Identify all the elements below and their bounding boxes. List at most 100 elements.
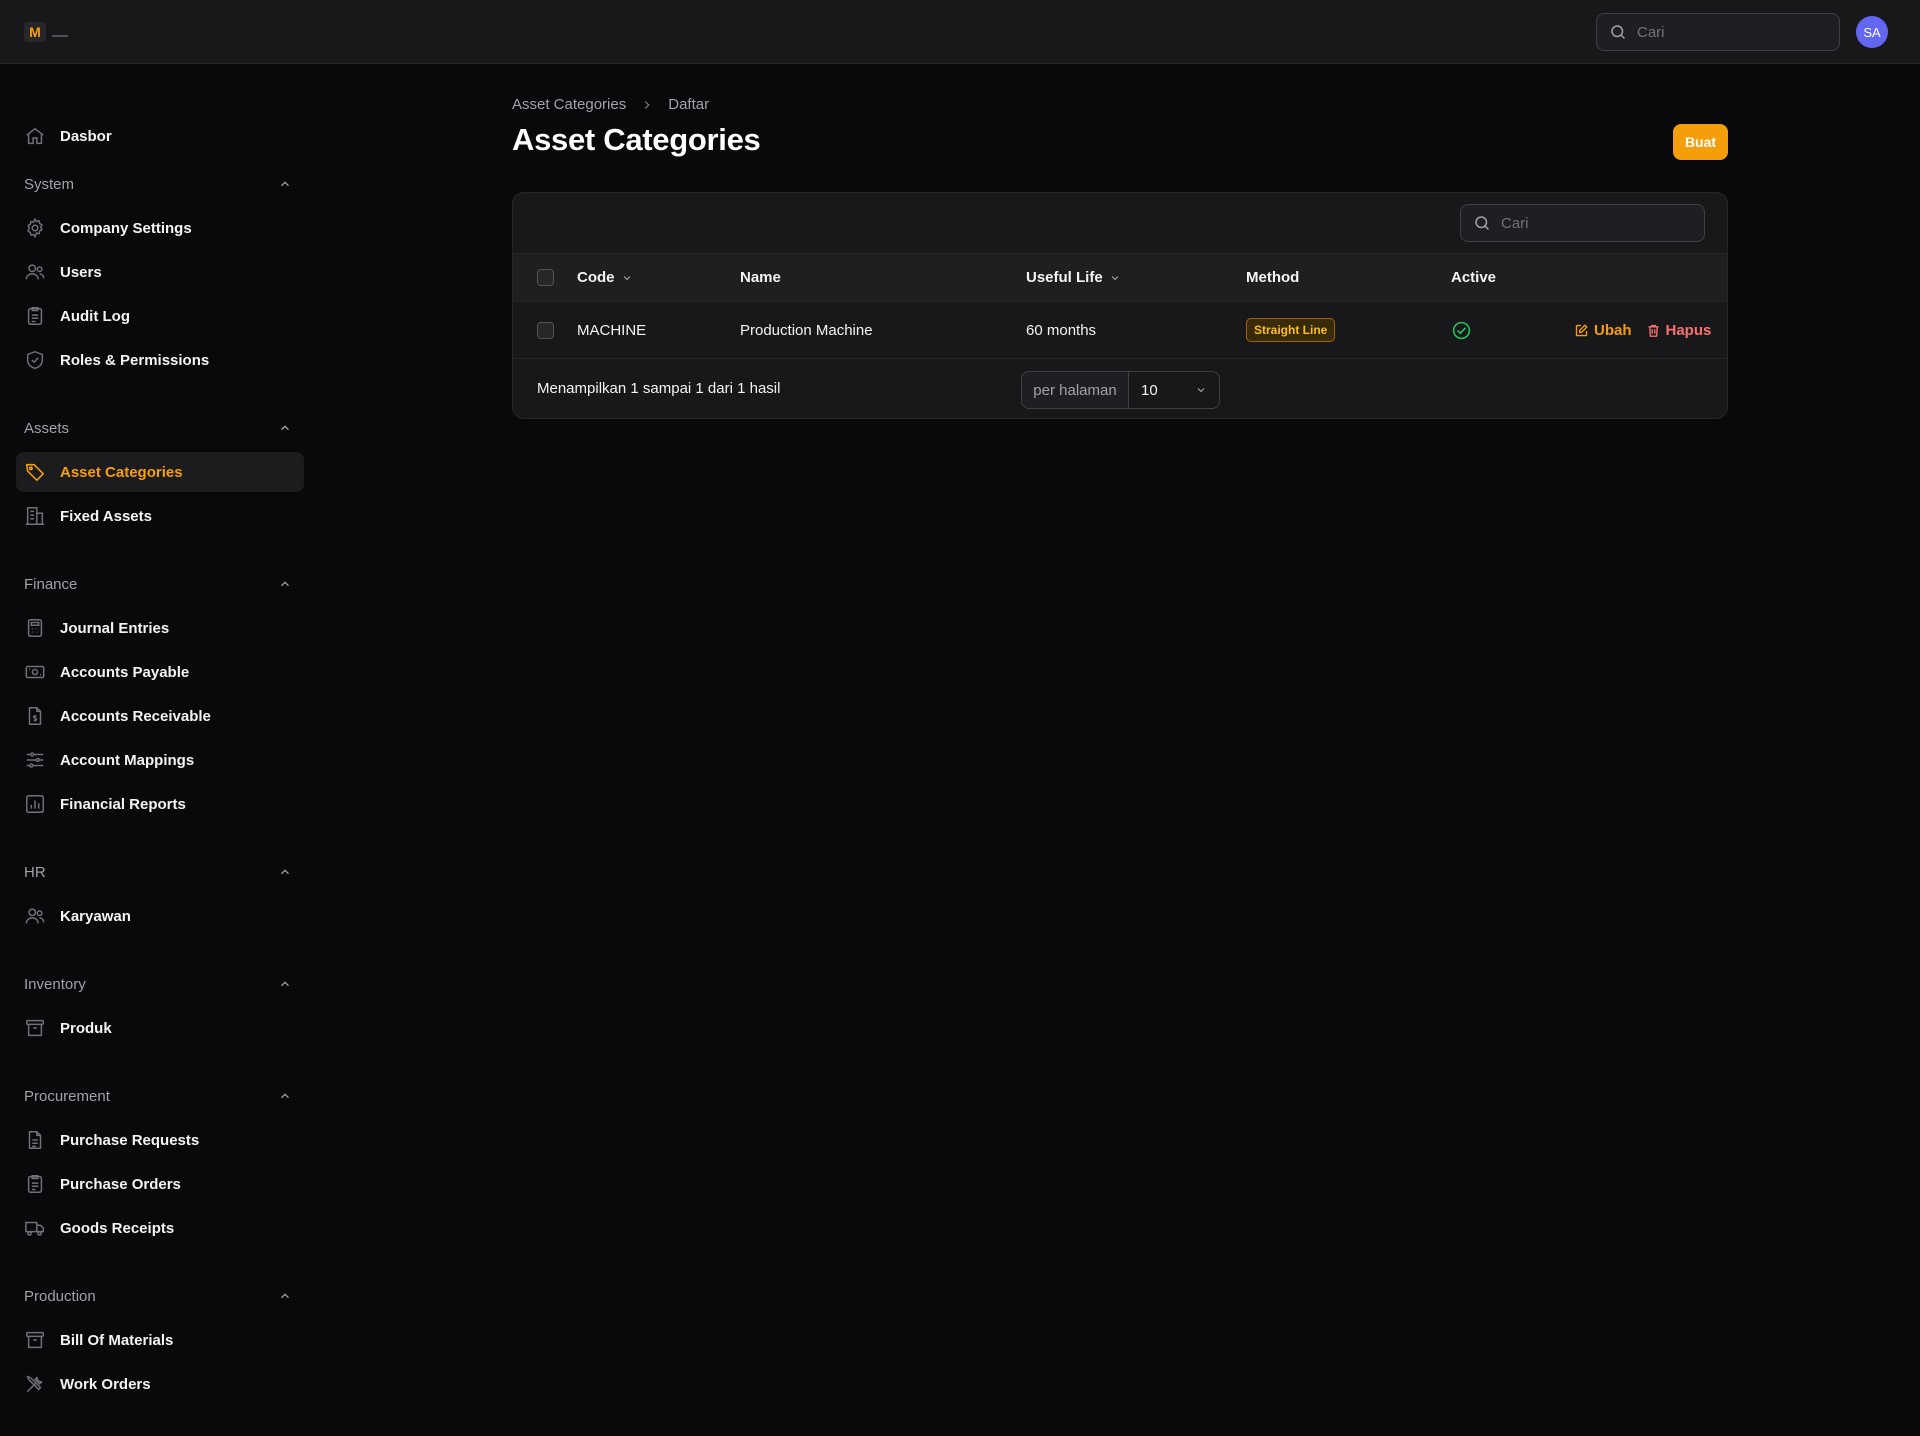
cell-name: Production Machine (740, 321, 873, 339)
sidebar-item-account-mappings[interactable]: Account Mappings (16, 740, 304, 780)
sidebar-item-work-orders[interactable]: Work Orders (16, 1364, 304, 1404)
sidebar-item-label: Users (60, 263, 102, 281)
sidebar-group-finance[interactable]: Finance (24, 572, 292, 596)
check-circle-icon (1451, 320, 1472, 341)
cell-method: Straight Line (1246, 302, 1336, 358)
sidebar-item-label: Karyawan (60, 907, 131, 925)
sidebar-group-hr[interactable]: HR (24, 860, 292, 884)
sidebar-item-goods-receipts[interactable]: Goods Receipts (16, 1208, 304, 1248)
table-search[interactable] (1460, 204, 1705, 242)
sidebar-item-purchase-orders[interactable]: Purchase Orders (16, 1164, 304, 1204)
sidebar-item-label: Account Mappings (60, 751, 195, 769)
page-title: Asset Categories (512, 122, 761, 157)
logo-wordmark (52, 35, 68, 37)
document-dollar-icon (24, 705, 46, 727)
sidebar-group-production[interactable]: Production (24, 1284, 292, 1308)
row-checkbox[interactable] (537, 321, 554, 339)
chevron-up-icon (278, 1089, 292, 1103)
sidebar-item-label: Produk (60, 1019, 112, 1037)
sidebar: Dasbor System Company Settings Users Aud… (0, 64, 320, 1436)
column-label: Useful Life (1026, 269, 1103, 286)
column-label: Name (740, 269, 781, 286)
home-icon (24, 125, 46, 147)
cell-useful-life: 60 months (1026, 321, 1097, 339)
method-badge: Straight Line (1246, 318, 1336, 342)
building-icon (24, 505, 46, 527)
row-checkbox-cell (537, 302, 554, 358)
sidebar-item-fixed-assets[interactable]: Fixed Assets (16, 496, 304, 536)
document-text-icon (24, 1129, 46, 1151)
per-page-select[interactable]: 10 (1129, 372, 1219, 408)
sidebar-group-procurement[interactable]: Procurement (24, 1084, 292, 1108)
shield-check-icon (24, 349, 46, 371)
archive-box-icon (24, 1017, 46, 1039)
group-label: Assets (24, 419, 70, 437)
column-header-useful-life[interactable]: Useful Life (1026, 254, 1121, 301)
sidebar-item-accounts-payable[interactable]: Accounts Payable (16, 652, 304, 692)
select-all-checkbox[interactable] (537, 269, 554, 286)
sidebar-item-label: Dasbor (60, 127, 112, 145)
sidebar-item-roles-permissions[interactable]: Roles & Permissions (16, 340, 304, 380)
tag-icon (24, 461, 46, 483)
sidebar-item-label: Company Settings (60, 219, 192, 237)
per-page-label: per halaman (1022, 372, 1129, 408)
logo-mark: M (24, 22, 46, 42)
sidebar-item-company-settings[interactable]: Company Settings (16, 208, 304, 248)
sidebar-item-accounts-receivable[interactable]: Accounts Receivable (16, 696, 304, 736)
chevron-up-icon (278, 977, 292, 991)
table-search-input[interactable] (1501, 214, 1691, 232)
table-card: Code Name Useful Life Method Active MACH… (512, 192, 1728, 419)
sidebar-item-label: Goods Receipts (60, 1219, 175, 1237)
chevron-down-icon (1195, 384, 1207, 396)
edit-button[interactable]: Ubah (1574, 322, 1632, 339)
global-search[interactable] (1596, 13, 1840, 51)
sidebar-item-purchase-requests[interactable]: Purchase Requests (16, 1120, 304, 1160)
group-label: Finance (24, 575, 78, 593)
group-label: Inventory (24, 975, 86, 993)
sidebar-item-bill-of-materials[interactable]: Bill Of Materials (16, 1320, 304, 1360)
group-label: Procurement (24, 1087, 110, 1105)
sidebar-item-label: Accounts Payable (60, 663, 190, 681)
sidebar-item-audit-log[interactable]: Audit Log (16, 296, 304, 336)
breadcrumb: Asset Categories Daftar (512, 96, 709, 113)
banknote-icon (24, 661, 46, 683)
breadcrumb-current: Daftar (668, 96, 710, 113)
table-footer: Menampilkan 1 sampai 1 dari 1 hasil per … (513, 359, 1727, 418)
column-header-method: Method (1246, 254, 1299, 301)
app-logo[interactable]: M (24, 22, 68, 42)
chevron-up-icon (278, 1289, 292, 1303)
top-bar: M SA (0, 0, 1920, 64)
sidebar-item-produk[interactable]: Produk (16, 1008, 304, 1048)
clipboard-icon (24, 305, 46, 327)
sidebar-group-assets[interactable]: Assets (24, 416, 292, 440)
create-button[interactable]: Buat (1673, 124, 1728, 160)
chevron-down-icon (621, 272, 633, 284)
sidebar-item-karyawan[interactable]: Karyawan (16, 896, 304, 936)
sidebar-item-users[interactable]: Users (16, 252, 304, 292)
sidebar-item-label: Fixed Assets (60, 507, 152, 525)
delete-button[interactable]: Hapus (1646, 322, 1711, 339)
global-search-input[interactable] (1637, 23, 1827, 41)
sidebar-item-label: Accounts Receivable (60, 707, 211, 725)
user-avatar[interactable]: SA (1856, 16, 1888, 48)
header-checkbox-cell (537, 254, 554, 301)
sidebar-item-asset-categories[interactable]: Asset Categories (16, 452, 304, 492)
sidebar-item-journal-entries[interactable]: Journal Entries (16, 608, 304, 648)
cell-actions: Ubah Hapus (1574, 302, 1711, 358)
sidebar-item-label: Work Orders (60, 1375, 151, 1393)
sidebar-item-financial-reports[interactable]: Financial Reports (16, 784, 304, 824)
cell-active (1451, 302, 1472, 358)
sidebar-group-system[interactable]: System (24, 172, 292, 196)
sidebar-item-dashboard[interactable]: Dasbor (16, 116, 304, 156)
column-header-name: Name (740, 254, 781, 301)
sidebar-group-inventory[interactable]: Inventory (24, 972, 292, 996)
sidebar-item-label: Purchase Orders (60, 1175, 181, 1193)
sidebar-item-label: Journal Entries (60, 619, 170, 637)
cell-code: MACHINE (577, 321, 647, 339)
breadcrumb-parent-link[interactable]: Asset Categories (512, 96, 626, 113)
column-header-code[interactable]: Code (577, 254, 633, 301)
chevron-up-icon (278, 421, 292, 435)
chevron-up-icon (278, 577, 292, 591)
per-page-value: 10 (1141, 381, 1158, 399)
table-row[interactable]: MACHINE Production Machine 60 months Str… (513, 302, 1727, 359)
